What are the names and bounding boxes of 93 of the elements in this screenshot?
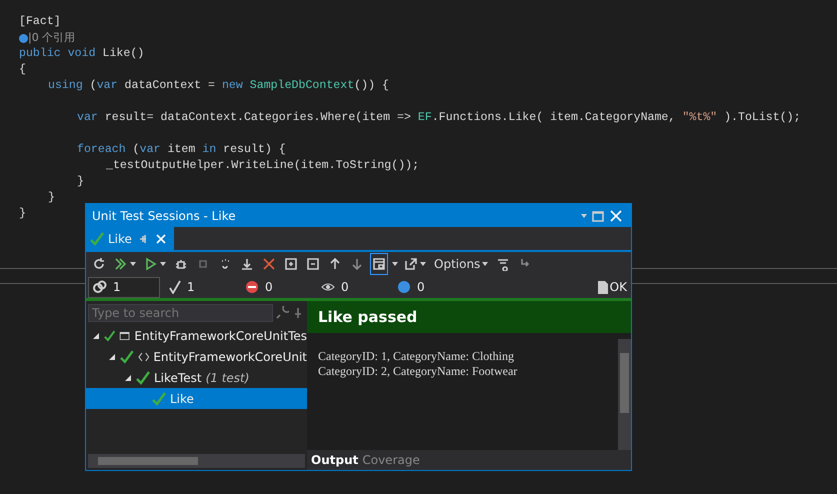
code-token: ( <box>88 78 97 94</box>
code-token: var <box>77 110 98 126</box>
code-token: var <box>140 142 160 158</box>
tests-icon <box>93 280 107 294</box>
run-all-icon <box>114 257 128 271</box>
delete-icon <box>262 257 276 271</box>
code-token: } <box>48 190 55 206</box>
test-counter[interactable]: 0 <box>316 276 388 298</box>
test-count: (1 test) <box>206 370 250 384</box>
tree-item[interactable]: EntityFrameworkCoreUnit <box>86 346 307 367</box>
up-arrow-icon <box>328 257 342 271</box>
caret-icon <box>482 262 488 266</box>
test-counter[interactable]: 0 <box>392 276 464 298</box>
code-token: in <box>201 142 216 158</box>
result-title: Like passed <box>318 308 418 326</box>
code-token: item <box>166 142 196 158</box>
close-icon <box>609 208 623 222</box>
tree-item[interactable]: LikeTest (1 test) <box>86 367 307 388</box>
expand-arrow-icon[interactable] <box>124 374 132 382</box>
code-token: { <box>19 62 26 78</box>
tree-item-label: LikeTest <box>154 370 202 384</box>
code-token: result= dataContext.Categories.Where(item => <box>104 110 411 126</box>
tree-item[interactable]: Like <box>86 388 307 409</box>
stop-icon <box>196 257 210 271</box>
expand-all-icon <box>284 257 298 271</box>
output-tab[interactable]: Coverage <box>362 453 420 467</box>
test-counter[interactable]: 1 <box>164 276 236 298</box>
code-token: ()) { <box>354 78 389 94</box>
caret-icon <box>581 214 587 218</box>
output-tab[interactable]: Output <box>311 453 358 467</box>
code-token: using <box>48 78 83 94</box>
status-text: OK <box>610 280 627 294</box>
session-tab[interactable]: Like <box>86 227 174 250</box>
reference-count[interactable]: |0 个引用 <box>28 30 76 46</box>
tree-item-label: EntityFrameworkCoreUnit <box>153 350 307 364</box>
options-button[interactable]: Options <box>432 253 490 275</box>
caret-icon <box>130 262 136 266</box>
help-icon <box>397 280 411 294</box>
close-icon <box>154 232 168 246</box>
info-icon <box>19 34 28 42</box>
download-icon <box>240 257 254 271</box>
code-token: Like() <box>102 46 144 62</box>
down-arrow-icon <box>350 257 364 271</box>
check-icon <box>169 280 181 294</box>
tree-item[interactable]: EntityFrameworkCoreUnitTes <box>86 325 307 346</box>
caret-icon <box>420 262 426 266</box>
check-icon <box>152 392 166 406</box>
code-token: ( <box>132 142 140 158</box>
maximize-icon <box>591 208 605 222</box>
collapse-all-icon <box>306 257 320 271</box>
check-icon <box>104 328 116 342</box>
code-token: } <box>77 174 84 190</box>
code-token: } <box>19 206 26 222</box>
code-token: result) { <box>222 142 286 158</box>
search-field[interactable]: Type to search <box>88 304 273 322</box>
code-token: dataContext = <box>124 78 215 94</box>
refresh-icon <box>92 257 106 271</box>
test-counter[interactable]: 0 <box>240 276 312 298</box>
code-token: SampleDbContext <box>248 78 354 94</box>
play-icon <box>144 257 158 271</box>
failed-icon <box>245 280 259 294</box>
output-text: CategoryID: 1, CategoryName: Clothing CategoryID: 2, CategoryName: Footwear <box>317 348 518 380</box>
expand-arrow-icon[interactable] <box>108 352 116 360</box>
layout-button[interactable] <box>370 253 388 275</box>
code-token: foreach <box>77 142 126 158</box>
code-token: new <box>220 78 243 94</box>
check-icon <box>120 350 134 364</box>
code-token: EF <box>416 110 432 126</box>
code-token: void <box>66 46 96 62</box>
export-icon <box>404 257 418 271</box>
tree-item-label: Like <box>170 392 194 406</box>
vertical-scrollbar[interactable] <box>618 339 631 450</box>
code-token: var <box>96 78 118 94</box>
check-icon <box>136 370 150 384</box>
code-token: _testOutputHelper.WriteLine(item.ToString()); <box>106 158 420 174</box>
check-icon <box>90 232 104 246</box>
layout-icon <box>372 257 386 271</box>
code-token: public <box>19 46 61 62</box>
code-token: .Functions.Like( item.CategoryName, <box>432 110 676 126</box>
window-title: Unit Test Sessions - Like <box>92 208 237 222</box>
expand-arrow-icon[interactable] <box>92 332 100 340</box>
caret-icon <box>160 262 166 266</box>
tab-label: Like <box>108 232 132 246</box>
bug-icon <box>174 257 188 271</box>
filter-icon <box>496 257 510 271</box>
code-token: [Fact] <box>19 14 61 30</box>
horizontal-scrollbar[interactable] <box>88 454 305 468</box>
code-token: ).ToList(); <box>723 110 801 126</box>
test-counter[interactable]: 1 <box>88 276 160 298</box>
caret-icon <box>392 262 398 266</box>
code-token: "%t%" <box>681 110 718 126</box>
tree-item-label: EntityFrameworkCoreUnitTes <box>134 328 307 342</box>
document-icon <box>598 280 608 294</box>
